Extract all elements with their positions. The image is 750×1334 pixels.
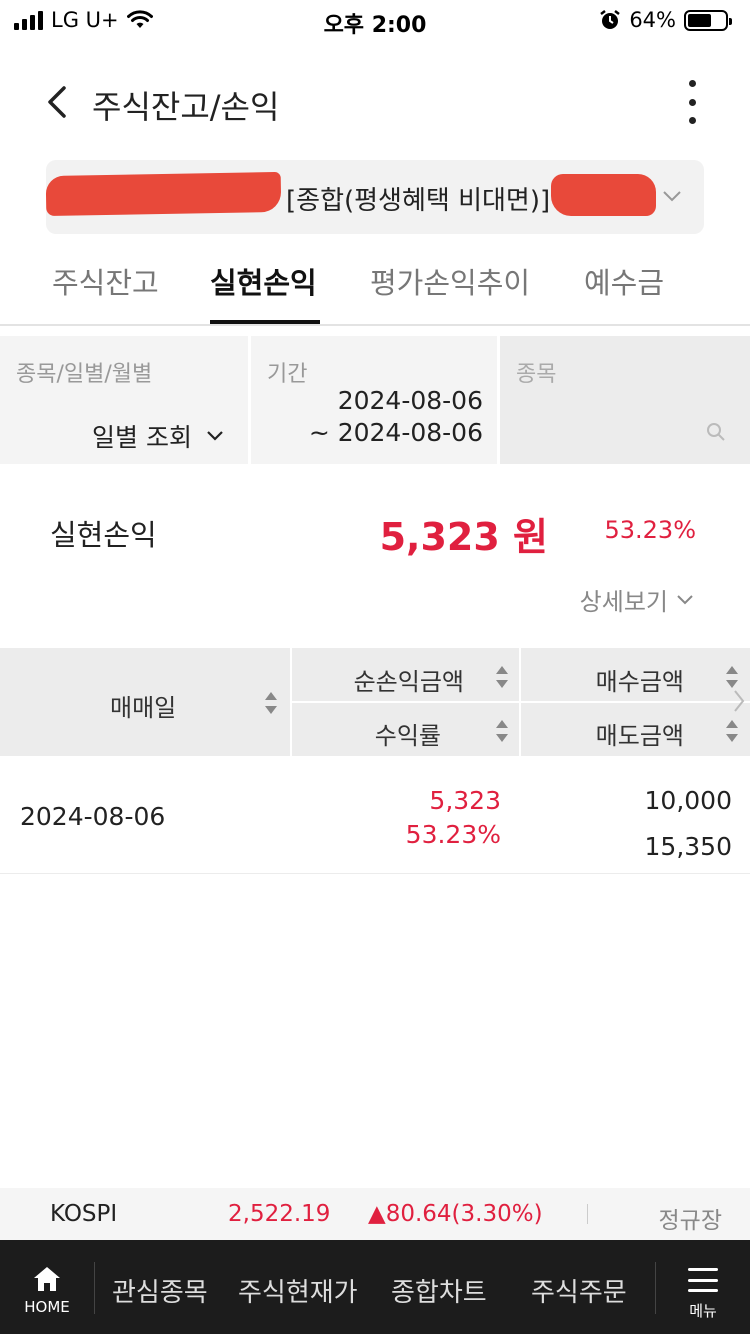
view-mode-select[interactable]: 일별 조회: [92, 418, 224, 454]
detail-label: 상세보기: [579, 588, 668, 616]
status-bar: LG U+ 오후 2:00 64%: [0, 0, 750, 44]
detail-toggle[interactable]: 상세보기: [580, 582, 694, 617]
account-owner-redacted: [551, 174, 656, 216]
battery-icon: [684, 9, 732, 31]
account-number-redacted: [45, 171, 282, 217]
filter-bar: 종목/일별/월별 일별 조회 기간 2024-08-06 ~ 2024-08-0…: [0, 336, 750, 464]
summary-label: 실현손익: [50, 518, 157, 552]
ticker-divider: [587, 1204, 588, 1224]
chevron-down-icon: [677, 594, 693, 604]
market-status: 정규장: [658, 1208, 722, 1234]
sort-icon[interactable]: [494, 718, 510, 744]
sort-icon[interactable]: [494, 664, 510, 690]
more-options-icon[interactable]: [682, 80, 702, 124]
column-header-buy-amount[interactable]: 매수금액: [596, 662, 684, 697]
sort-icon[interactable]: [263, 690, 279, 716]
index-name: KOSPI: [50, 1201, 118, 1227]
nav-menu-label: 메뉴: [689, 1302, 717, 1320]
account-selector[interactable]: [종합(평생혜택 비대면)]: [45, 160, 704, 234]
account-name: [종합(평생혜택 비대면)]: [286, 186, 551, 216]
cell-buy-amount: 10,000: [644, 786, 732, 815]
summary-amount: 5,323 원: [379, 515, 548, 559]
nav-home-label: HOME: [24, 1298, 70, 1316]
nav-menu[interactable]: 메뉴: [656, 1240, 750, 1334]
column-header-return-rate[interactable]: 수익률: [375, 716, 441, 751]
app-header: 주식잔고/손익: [0, 60, 750, 140]
stock-search-label: 종목: [516, 362, 557, 387]
nav-item-current-price[interactable]: 주식현재가: [238, 1272, 358, 1309]
realized-pnl-summary: 실현손익 5,323 원 53.23% 상세보기: [0, 480, 750, 630]
sort-icon[interactable]: [724, 718, 740, 744]
active-tab-indicator: [210, 320, 320, 324]
battery-percent: 64%: [629, 8, 676, 32]
search-icon: [707, 423, 725, 441]
nav-divider: [94, 1262, 95, 1314]
page-title: 주식잔고/손익: [92, 88, 280, 126]
row-divider: [291, 701, 750, 703]
nav-item-order[interactable]: 주식주문: [531, 1272, 627, 1309]
back-arrow-icon[interactable]: [40, 80, 76, 124]
status-right: 64%: [599, 8, 732, 32]
stock-search-filter[interactable]: 종목: [500, 336, 750, 464]
view-mode-filter[interactable]: 종목/일별/월별 일별 조회: [0, 336, 248, 464]
cell-sell-amount: 15,350: [644, 832, 732, 861]
chevron-down-icon: [207, 431, 223, 441]
cell-net-profit: 5,323: [429, 786, 501, 815]
index-ticker[interactable]: KOSPI 2,522.19 ▲80.64(3.30%) 정규장: [0, 1188, 750, 1240]
hamburger-menu-icon: [688, 1268, 718, 1292]
chevron-right-icon[interactable]: [732, 688, 746, 714]
index-value: 2,522.19: [228, 1201, 331, 1227]
column-header-net-profit[interactable]: 순손익금액: [354, 662, 464, 697]
period-filter[interactable]: 기간 2024-08-06 ~ 2024-08-06: [251, 336, 497, 464]
home-icon: [34, 1267, 60, 1291]
cell-date: 2024-08-06: [20, 802, 166, 831]
column-header-date[interactable]: 매매일: [110, 688, 176, 723]
sort-icon[interactable]: [724, 664, 740, 690]
summary-percent: 53.23%: [604, 516, 696, 544]
bottom-nav: HOME 관심종목 주식현재가 종합차트 주식주문 메뉴: [0, 1240, 750, 1334]
alarm-icon: [600, 10, 621, 29]
view-mode-label: 종목/일별/월별: [16, 362, 153, 387]
view-mode-value: 일별 조회: [92, 423, 192, 452]
period-label: 기간: [267, 362, 308, 387]
nav-item-watchlist[interactable]: 관심종목: [112, 1272, 208, 1309]
table-header: 매매일 순손익금액 수익률 매수금액 매도금액: [0, 648, 750, 756]
nav-item-chart[interactable]: 종합차트: [391, 1272, 487, 1309]
period-to: ~ 2024-08-06: [308, 418, 483, 447]
tab-deposit[interactable]: 예수금: [584, 260, 664, 302]
chevron-down-icon: [663, 191, 681, 202]
column-header-sell-amount[interactable]: 매도금액: [596, 716, 684, 751]
tab-realized-pnl[interactable]: 실현손익: [210, 260, 317, 302]
index-change: ▲80.64(3.30%): [368, 1201, 543, 1227]
cell-return-rate: 53.23%: [405, 820, 501, 849]
tab-stock-balance[interactable]: 주식잔고: [52, 260, 159, 302]
table-row[interactable]: 2024-08-06 5,323 53.23% 10,000 15,350: [0, 758, 750, 874]
nav-home[interactable]: HOME: [0, 1240, 94, 1334]
tab-valuation-trend[interactable]: 평가손익추이: [370, 260, 530, 302]
period-from: 2024-08-06: [337, 386, 483, 415]
tab-bar: 주식잔고 실현손익 평가손익추이 예수금: [0, 240, 750, 326]
